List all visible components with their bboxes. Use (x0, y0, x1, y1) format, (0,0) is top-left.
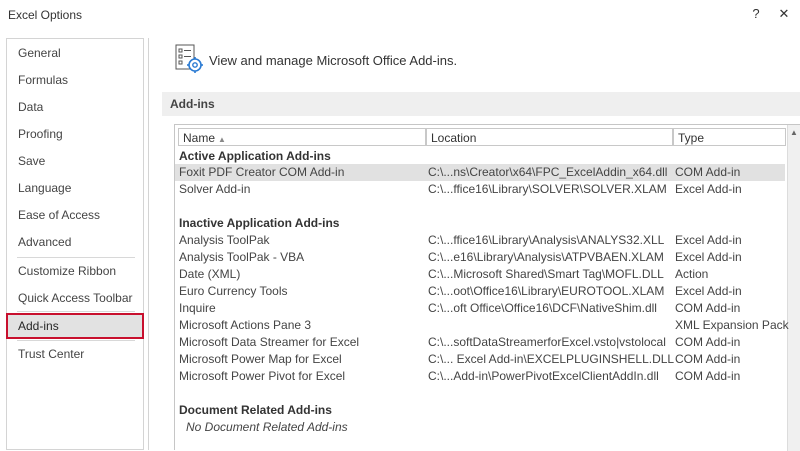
addin-name: Foxit PDF Creator COM Add-in (179, 165, 345, 179)
addin-name: Analysis ToolPak (179, 233, 270, 247)
addin-location: C:\...ffice16\Library\Analysis\ANALYS32.… (428, 233, 665, 247)
addin-location: C:\...Microsoft Shared\Smart Tag\MOFL.DL… (428, 267, 664, 281)
help-button[interactable]: ? (746, 4, 766, 24)
column-header-type[interactable]: Type (673, 128, 786, 146)
page-description: View and manage Microsoft Office Add-ins… (209, 53, 458, 68)
addin-location: C:\...ffice16\Library\SOLVER\SOLVER.XLAM (428, 182, 667, 196)
vertical-scrollbar[interactable]: ▲ (787, 125, 800, 451)
addin-type: Action (675, 267, 709, 281)
addin-type: COM Add-in (675, 369, 741, 383)
sidebar-separator (17, 257, 135, 258)
addin-location: C:\...oot\Office16\Library\EUROTOOL.XLAM (428, 284, 665, 298)
table-row[interactable]: Analysis ToolPak - VBA C:\...e16\Library… (175, 249, 785, 266)
sidebar-item-proofing[interactable]: Proofing (7, 122, 143, 146)
sidebar-item-add-ins[interactable]: Add-ins (6, 313, 144, 339)
title-bar: Excel Options ? ✕ (0, 0, 800, 30)
addin-location: C:\...Add-in\PowerPivotExcelClientAddIn.… (428, 369, 659, 383)
sidebar-separator (17, 311, 135, 312)
sidebar-item-quick-access-toolbar[interactable]: Quick Access Toolbar (7, 286, 143, 310)
table-row[interactable]: Date (XML) C:\...Microsoft Shared\Smart … (175, 266, 785, 283)
table-row[interactable]: Solver Add-in C:\...ffice16\Library\SOLV… (175, 181, 785, 198)
addin-name: Microsoft Data Streamer for Excel (179, 335, 360, 349)
addin-location: C:\... Excel Add-in\EXCELPLUGINSHELL.DLL (428, 352, 675, 366)
addins-gear-icon (175, 44, 203, 73)
group-heading-inactive: Inactive Application Add-ins (179, 216, 340, 230)
sidebar-item-formulas[interactable]: Formulas (7, 68, 143, 92)
addin-type: Excel Add-in (675, 182, 742, 196)
sort-ascending-icon: ▲ (218, 135, 226, 144)
column-header-name[interactable]: Name ▲ (178, 128, 426, 146)
addin-location: C:\...ns\Creator\x64\FPC_ExcelAddin_x64.… (428, 165, 668, 179)
empty-state-text: No Document Related Add-ins (186, 420, 348, 434)
addin-name: Microsoft Power Pivot for Excel (179, 369, 346, 383)
addin-location: C:\...softDataStreamerforExcel.vsto|vsto… (428, 335, 666, 349)
addin-name: Inquire (179, 301, 216, 315)
table-row[interactable]: Foxit PDF Creator COM Add-in C:\...ns\Cr… (175, 164, 785, 181)
table-row[interactable]: Euro Currency Tools C:\...oot\Office16\L… (175, 283, 785, 300)
table-row[interactable]: Microsoft Actions Pane 3 XML Expansion P… (175, 317, 789, 334)
sidebar-separator (17, 340, 135, 341)
window-title: Excel Options (8, 8, 83, 22)
section-title: Add-ins (170, 97, 215, 111)
addin-name: Euro Currency Tools (179, 284, 288, 298)
addin-name: Microsoft Power Map for Excel (179, 352, 342, 366)
table-row[interactable]: Analysis ToolPak C:\...ffice16\Library\A… (175, 232, 785, 249)
table-row[interactable]: Inquire C:\...oft Office\Office16\DCF\Na… (175, 300, 785, 317)
table-row[interactable]: Microsoft Power Pivot for Excel C:\...Ad… (175, 368, 785, 385)
addin-name: Microsoft Actions Pane 3 (179, 318, 312, 332)
addin-type: XML Expansion Pack (675, 318, 789, 332)
addin-type: COM Add-in (675, 352, 741, 366)
addin-type: COM Add-in (675, 165, 741, 179)
sidebar-item-ease-of-access[interactable]: Ease of Access (7, 203, 143, 227)
group-heading-active: Active Application Add-ins (179, 149, 331, 163)
addin-type: COM Add-in (675, 301, 741, 315)
addins-table: Name ▲ Location Type ▲ Active Application… (174, 124, 800, 451)
sidebar-item-general[interactable]: General (7, 41, 143, 65)
addin-type: Excel Add-in (675, 233, 742, 247)
options-sidebar: General Formulas Data Proofing Save Lang… (6, 38, 144, 450)
addin-type: Excel Add-in (675, 250, 742, 264)
addin-type: Excel Add-in (675, 284, 742, 298)
sidebar-item-language[interactable]: Language (7, 176, 143, 200)
sidebar-item-data[interactable]: Data (7, 95, 143, 119)
sidebar-item-advanced[interactable]: Advanced (7, 230, 143, 254)
sidebar-item-customize-ribbon[interactable]: Customize Ribbon (7, 259, 143, 283)
column-header-location[interactable]: Location (426, 128, 673, 146)
group-heading-document: Document Related Add-ins (179, 403, 332, 417)
addin-location: C:\...oft Office\Office16\DCF\NativeShim… (428, 301, 657, 315)
table-row[interactable]: Microsoft Power Map for Excel C:\... Exc… (175, 351, 785, 368)
panel-divider (148, 38, 149, 450)
addin-name: Analysis ToolPak - VBA (179, 250, 305, 264)
sidebar-item-trust-center[interactable]: Trust Center (7, 342, 143, 366)
addin-type: COM Add-in (675, 335, 741, 349)
table-row[interactable]: Microsoft Data Streamer for Excel C:\...… (175, 334, 785, 351)
section-header: Add-ins (162, 92, 800, 116)
close-button[interactable]: ✕ (774, 4, 794, 24)
addin-location: C:\...e16\Library\Analysis\ATPVBAEN.XLAM (428, 250, 664, 264)
column-header-name-label: Name (183, 131, 216, 145)
addin-name: Date (XML) (179, 267, 241, 281)
addin-name: Solver Add-in (179, 182, 251, 196)
sidebar-item-save[interactable]: Save (7, 149, 143, 173)
scroll-up-icon[interactable]: ▲ (790, 128, 798, 137)
